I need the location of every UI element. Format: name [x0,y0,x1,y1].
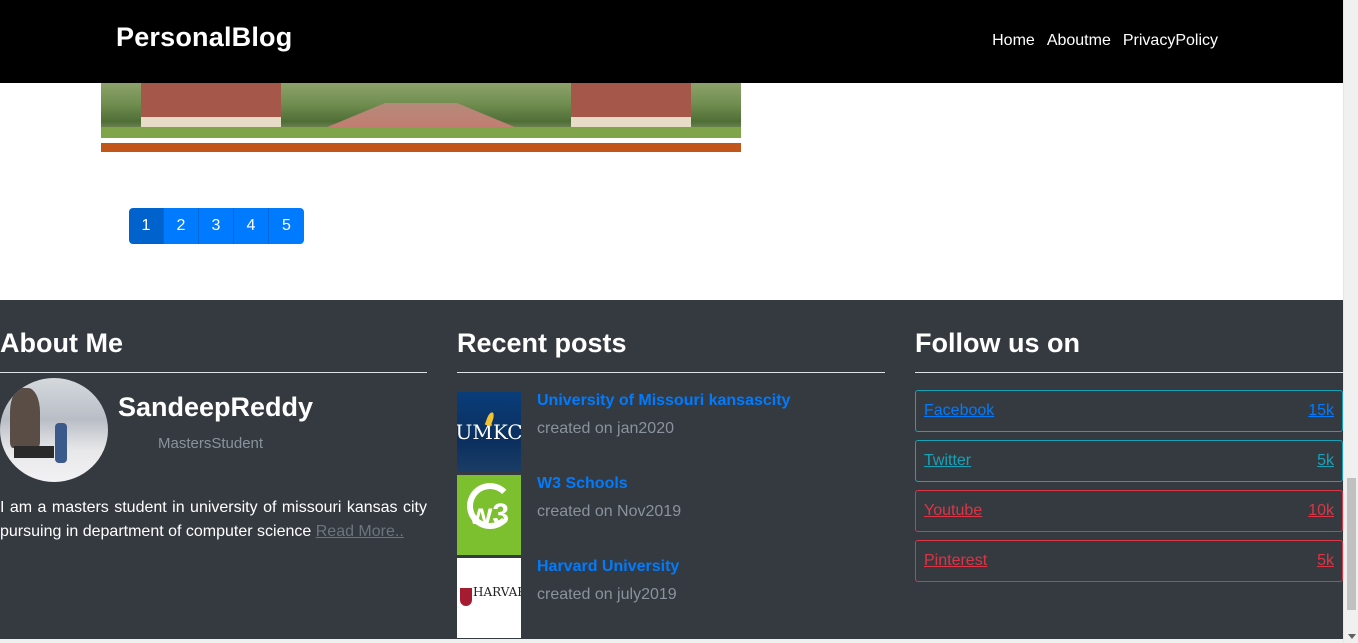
about-text: I am a masters student in university of … [0,496,427,544]
campus-lawn [101,127,741,138]
about-section: About Me SandeepReddy MastersStudent I a… [0,300,427,540]
page-button-5[interactable]: 5 [269,208,304,244]
follower-count: 5k [1317,552,1334,569]
pinterest-link[interactable]: Pinterest 5k [915,540,1343,582]
recent-post-item: UMKC University of Missouri kansascity c… [457,392,885,472]
avatar-person [55,423,67,463]
w3-ring-icon [467,483,513,529]
recent-post-title[interactable]: University of Missouri kansascity [537,392,790,410]
image-footer-bar [101,143,741,152]
avatar [0,378,108,482]
follower-count: 10k [1308,502,1334,519]
gate-pillar-left [141,83,281,127]
footer: About Me SandeepReddy MastersStudent I a… [0,300,1343,643]
scrollbar-thumb[interactable] [1347,478,1356,610]
page-button-4[interactable]: 4 [234,208,269,244]
about-divider [0,372,427,373]
follow-section: Follow us on Facebook 15k Twitter 5k You… [915,300,1343,582]
recent-posts-divider [457,372,885,373]
brand-logo[interactable]: PersonalBlog [116,22,292,53]
avatar-tree [10,388,40,448]
recent-posts-heading: Recent posts [457,328,627,358]
scroll-down-arrow-icon[interactable] [1348,634,1356,639]
harvard-thumbnail[interactable]: HARVARD [457,558,521,638]
about-heading: About Me [0,328,123,358]
avatar-bench [14,446,54,458]
read-more-link[interactable]: Read More.. [316,523,404,540]
follow-heading: Follow us on [915,328,1080,358]
umkc-thumbnail[interactable]: UMKC [457,392,521,472]
social-name: Twitter [924,452,972,469]
recent-post-item: w3 W3 Schools created on Nov2019 [457,475,885,555]
pagination: 1 2 3 4 5 [129,208,304,244]
gate-pillar-right [571,83,691,127]
horizontal-scrollbar-edge [0,639,1343,643]
nav-links: Home Aboutme PrivacyPolicy [992,32,1218,50]
youtube-link[interactable]: Youtube 10k [915,490,1343,532]
facebook-link[interactable]: Facebook 15k [915,390,1343,432]
follower-count: 5k [1317,452,1334,469]
page-button-3[interactable]: 3 [199,208,234,244]
recent-post-date: created on jan2020 [537,420,674,437]
recent-post-date: created on Nov2019 [537,503,682,520]
recent-post-date: created on july2019 [537,586,677,603]
nav-home-link[interactable]: Home [992,32,1035,50]
follower-count: 15k [1308,402,1334,419]
post-hero-image[interactable] [101,83,741,152]
author-role: MastersStudent [158,435,264,452]
social-name: Facebook [924,402,995,419]
page-button-1[interactable]: 1 [129,208,164,244]
recent-post-title[interactable]: Harvard University [537,558,679,576]
author-name: SandeepReddy [118,392,314,422]
harvard-thumb-text: HARVARD [473,585,521,599]
twitter-link[interactable]: Twitter 5k [915,440,1343,482]
page-button-2[interactable]: 2 [164,208,199,244]
social-name: Pinterest [924,552,988,569]
harvard-shield-icon [460,588,472,606]
nav-privacy-link[interactable]: PrivacyPolicy [1123,32,1218,50]
follow-divider [915,372,1343,373]
vertical-scrollbar[interactable] [1343,0,1358,643]
recent-post-title[interactable]: W3 Schools [537,475,628,493]
recent-posts-section: Recent posts UMKC University of Missouri… [457,300,885,638]
w3schools-thumbnail[interactable]: w3 [457,475,521,555]
social-name: Youtube [924,502,983,519]
recent-post-item: HARVARD Harvard University created on ju… [457,558,885,638]
nav-aboutme-link[interactable]: Aboutme [1047,32,1111,50]
navbar: PersonalBlog Home Aboutme PrivacyPolicy [0,0,1343,83]
